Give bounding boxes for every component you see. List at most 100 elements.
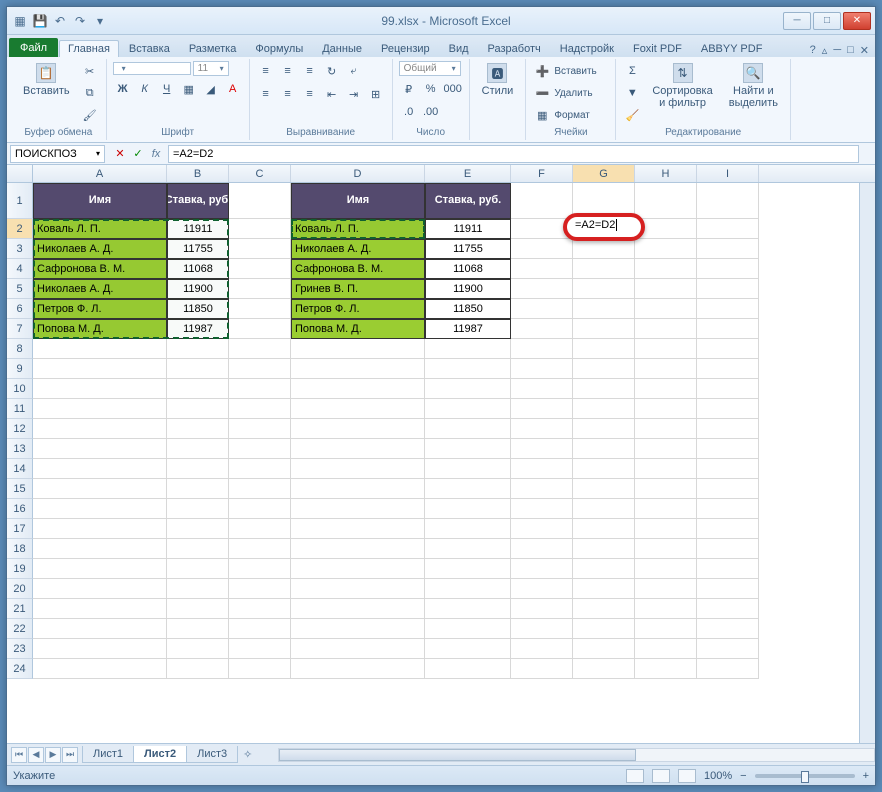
cell-A19[interactable] (33, 559, 167, 579)
cell-B13[interactable] (167, 439, 229, 459)
cell-I22[interactable] (697, 619, 759, 639)
cell-F1[interactable] (511, 183, 573, 219)
cell-F5[interactable] (511, 279, 573, 299)
cell-I1[interactable] (697, 183, 759, 219)
cell-E2[interactable]: 11911 (425, 219, 511, 239)
row-header-21[interactable]: 21 (7, 599, 33, 619)
save-icon[interactable]: 💾 (31, 12, 49, 30)
cell-H10[interactable] (635, 379, 697, 399)
cell-A12[interactable] (33, 419, 167, 439)
cell-F11[interactable] (511, 399, 573, 419)
cell-F12[interactable] (511, 419, 573, 439)
tab-file[interactable]: Файл (9, 38, 58, 57)
cell-E24[interactable] (425, 659, 511, 679)
cell-D8[interactable] (291, 339, 425, 359)
row-header-13[interactable]: 13 (7, 439, 33, 459)
cell-E18[interactable] (425, 539, 511, 559)
cell-D5[interactable]: Гринев В. П. (291, 279, 425, 299)
row-header-2[interactable]: 2 (7, 219, 33, 239)
cell-C6[interactable] (229, 299, 291, 319)
cell-D4[interactable]: Сафронова В. М. (291, 259, 425, 279)
cell-E20[interactable] (425, 579, 511, 599)
cell-B6[interactable]: 11850 (167, 299, 229, 319)
col-header-F[interactable]: F (511, 165, 573, 182)
cell-G9[interactable] (573, 359, 635, 379)
zoom-slider[interactable] (755, 774, 855, 778)
insert-cell-icon[interactable]: ➕ (532, 61, 552, 81)
cell-F6[interactable] (511, 299, 573, 319)
cell-E14[interactable] (425, 459, 511, 479)
cell-E10[interactable] (425, 379, 511, 399)
zoom-level[interactable]: 100% (704, 770, 732, 782)
cell-D2[interactable]: Коваль Л. П. (291, 219, 425, 239)
cell-I16[interactable] (697, 499, 759, 519)
fill-icon[interactable]: ▼ (622, 83, 642, 103)
cell-A8[interactable] (33, 339, 167, 359)
cell-D13[interactable] (291, 439, 425, 459)
cell-G23[interactable] (573, 639, 635, 659)
cell-E5[interactable]: 11900 (425, 279, 511, 299)
cell-I8[interactable] (697, 339, 759, 359)
cell-F23[interactable] (511, 639, 573, 659)
sheet-nav-prev-icon[interactable]: ◀ (28, 747, 44, 763)
sheet-nav-first-icon[interactable]: ⏮ (11, 747, 27, 763)
copy-icon[interactable]: ⧉ (80, 83, 100, 103)
cell-E22[interactable] (425, 619, 511, 639)
sheet-tab-Лист3[interactable]: Лист3 (186, 746, 238, 763)
cell-F7[interactable] (511, 319, 573, 339)
cell-C10[interactable] (229, 379, 291, 399)
cell-H19[interactable] (635, 559, 697, 579)
undo-icon[interactable]: ↶ (51, 12, 69, 30)
cell-F8[interactable] (511, 339, 573, 359)
cell-B15[interactable] (167, 479, 229, 499)
clear-icon[interactable]: 🧹 (622, 105, 642, 125)
doc-restore-icon[interactable]: □ (847, 44, 854, 57)
cell-A22[interactable] (33, 619, 167, 639)
cell-A16[interactable] (33, 499, 167, 519)
cell-D23[interactable] (291, 639, 425, 659)
tab-foxit pdf[interactable]: Foxit PDF (624, 40, 691, 57)
cell-D20[interactable] (291, 579, 425, 599)
italic-button[interactable]: К (135, 79, 155, 99)
cell-H17[interactable] (635, 519, 697, 539)
close-button[interactable]: ✕ (843, 12, 871, 30)
row-header-22[interactable]: 22 (7, 619, 33, 639)
tab-рецензир[interactable]: Рецензир (372, 40, 439, 57)
cell-E21[interactable] (425, 599, 511, 619)
cell-B18[interactable] (167, 539, 229, 559)
cell-A17[interactable] (33, 519, 167, 539)
cell-C18[interactable] (229, 539, 291, 559)
cell-F18[interactable] (511, 539, 573, 559)
col-header-G[interactable]: G (573, 165, 635, 182)
sheet-tab-Лист2[interactable]: Лист2 (133, 746, 187, 763)
paste-button[interactable]: 📋 Вставить (17, 61, 76, 99)
editing-cell-callout[interactable]: =A2=D2 (563, 213, 645, 241)
cell-D21[interactable] (291, 599, 425, 619)
sort-filter-button[interactable]: ⇅ Сортировка и фильтр (646, 61, 718, 111)
cell-C12[interactable] (229, 419, 291, 439)
cell-D11[interactable] (291, 399, 425, 419)
cell-F14[interactable] (511, 459, 573, 479)
cell-E15[interactable] (425, 479, 511, 499)
tab-вставка[interactable]: Вставка (120, 40, 179, 57)
cell-H16[interactable] (635, 499, 697, 519)
cell-I6[interactable] (697, 299, 759, 319)
cell-A24[interactable] (33, 659, 167, 679)
row-header-16[interactable]: 16 (7, 499, 33, 519)
orientation-icon[interactable]: ↻ (322, 61, 342, 81)
zoom-in-button[interactable]: + (863, 770, 869, 782)
cell-H14[interactable] (635, 459, 697, 479)
cell-E12[interactable] (425, 419, 511, 439)
cell-G7[interactable] (573, 319, 635, 339)
cell-I14[interactable] (697, 459, 759, 479)
tab-главная[interactable]: Главная (59, 40, 119, 57)
row-header-24[interactable]: 24 (7, 659, 33, 679)
cell-F19[interactable] (511, 559, 573, 579)
cell-E1[interactable]: Ставка, руб. (425, 183, 511, 219)
cell-E4[interactable]: 11068 (425, 259, 511, 279)
cell-C11[interactable] (229, 399, 291, 419)
wrap-text-icon[interactable]: ⤶ (344, 61, 364, 81)
row-header-14[interactable]: 14 (7, 459, 33, 479)
cell-G16[interactable] (573, 499, 635, 519)
maximize-button[interactable]: □ (813, 12, 841, 30)
